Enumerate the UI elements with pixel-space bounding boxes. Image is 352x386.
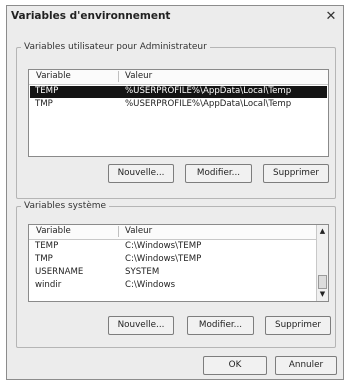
variable-value: %USERPROFILE%\AppData\Local\Temp bbox=[125, 99, 292, 109]
user-variable-row-tmp[interactable]: TMP %USERPROFILE%\AppData\Local\Temp bbox=[30, 99, 327, 111]
system-variable-row-tmp[interactable]: TMP C:\Windows\TEMP bbox=[30, 254, 315, 266]
user-edit-button[interactable]: Modifier... bbox=[185, 164, 252, 183]
system-new-button[interactable]: Nouvelle... bbox=[108, 316, 174, 335]
column-separator[interactable] bbox=[118, 71, 119, 82]
user-delete-button[interactable]: Supprimer bbox=[263, 164, 329, 183]
variable-name: TMP bbox=[35, 254, 53, 264]
variable-value: %USERPROFILE%\AppData\Local\Temp bbox=[125, 86, 292, 96]
user-variable-row-temp[interactable]: TEMP %USERPROFILE%\AppData\Local\Temp bbox=[30, 86, 327, 98]
user-column-variable[interactable]: Variable bbox=[36, 71, 71, 81]
user-variables-list[interactable]: Variable Valeur TEMP %USERPROFILE%\AppDa… bbox=[28, 69, 329, 157]
variable-name: TMP bbox=[35, 99, 53, 109]
system-variable-row-windir[interactable]: windir C:\Windows bbox=[30, 280, 315, 292]
title-bar: Variables d'environnement ✕ bbox=[7, 6, 343, 28]
variable-value: C:\Windows bbox=[125, 280, 176, 290]
user-variables-list-header: Variable Valeur bbox=[29, 70, 328, 85]
system-variables-list-header: Variable Valeur bbox=[29, 225, 316, 240]
scroll-down-icon[interactable]: ▼ bbox=[317, 289, 328, 300]
scroll-up-icon[interactable]: ▲ bbox=[317, 226, 328, 237]
variable-value: C:\Windows\TEMP bbox=[125, 241, 202, 251]
variable-name: TEMP bbox=[35, 86, 59, 96]
system-variables-legend: Variables système bbox=[24, 201, 107, 211]
variable-value: SYSTEM bbox=[125, 267, 160, 277]
user-new-button[interactable]: Nouvelle... bbox=[108, 164, 174, 183]
column-separator[interactable] bbox=[118, 226, 119, 237]
cancel-button[interactable]: Annuler bbox=[275, 356, 337, 375]
user-column-value[interactable]: Valeur bbox=[125, 71, 152, 81]
system-variable-row-temp[interactable]: TEMP C:\Windows\TEMP bbox=[30, 241, 315, 253]
system-edit-button[interactable]: Modifier... bbox=[187, 316, 254, 335]
ok-button[interactable]: OK bbox=[203, 356, 267, 375]
user-variables-legend: Variables utilisateur pour Administrateu… bbox=[24, 42, 207, 52]
scrollbar-thumb[interactable] bbox=[318, 275, 327, 289]
variable-name: USERNAME bbox=[35, 267, 84, 277]
system-column-variable[interactable]: Variable bbox=[36, 226, 71, 236]
system-variable-row-username[interactable]: USERNAME SYSTEM bbox=[30, 267, 315, 279]
variable-value: C:\Windows\TEMP bbox=[125, 254, 202, 264]
window-title: Variables d'environnement bbox=[11, 10, 171, 22]
system-variables-list[interactable]: Variable Valeur TEMP C:\Windows\TEMP TMP… bbox=[28, 224, 329, 302]
system-column-value[interactable]: Valeur bbox=[125, 226, 152, 236]
system-delete-button[interactable]: Supprimer bbox=[265, 316, 331, 335]
close-icon[interactable]: ✕ bbox=[324, 10, 338, 24]
variable-name: windir bbox=[35, 280, 62, 290]
environment-variables-dialog: Variables d'environnement ✕ Variables ut… bbox=[6, 5, 344, 380]
variable-name: TEMP bbox=[35, 241, 59, 251]
system-list-scrollbar[interactable]: ▲ ▼ bbox=[316, 225, 328, 301]
